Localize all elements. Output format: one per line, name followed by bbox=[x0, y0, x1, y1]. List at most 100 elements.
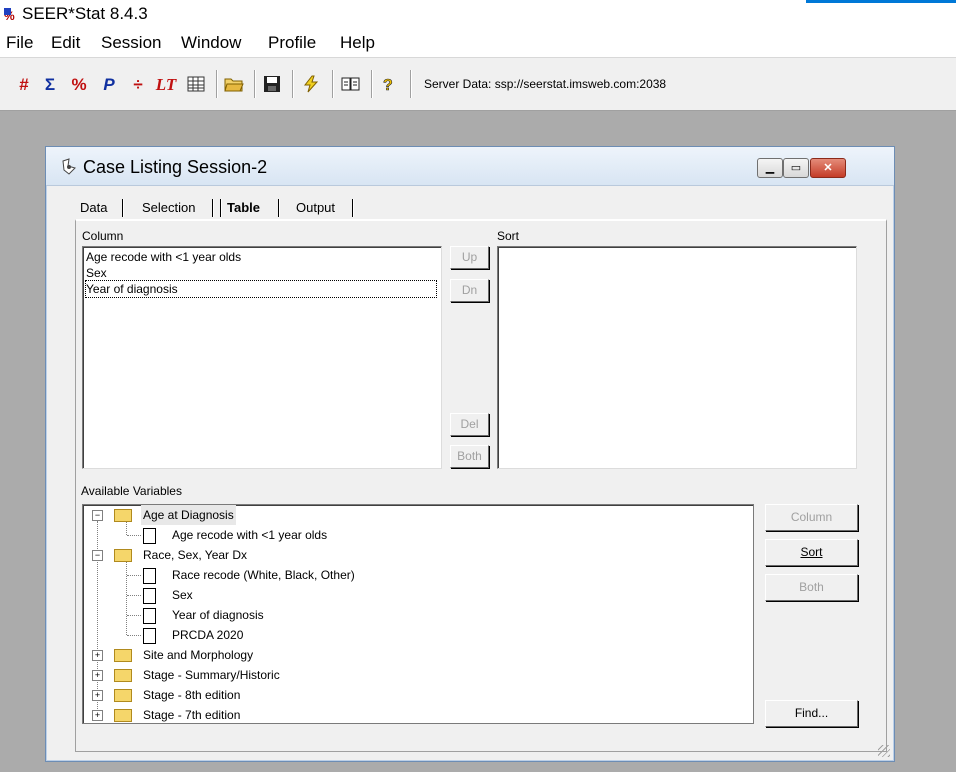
collapse-icon[interactable]: − bbox=[92, 510, 103, 521]
execute-lightning-icon[interactable] bbox=[302, 75, 320, 95]
session-title-bar[interactable]: Case Listing Session-2 ▁ ▭ ✕ bbox=[46, 147, 894, 186]
tab-separator bbox=[352, 199, 354, 217]
tree-variable[interactable]: Year of diagnosis bbox=[83, 605, 733, 625]
tree-connector bbox=[127, 535, 141, 536]
menu-bar: File Edit Session Window Profile Help bbox=[0, 30, 956, 58]
column-item[interactable]: Sex bbox=[86, 265, 107, 281]
document-icon bbox=[143, 568, 156, 584]
menu-profile[interactable]: Profile bbox=[268, 33, 316, 53]
add-to-column-button[interactable]: Column bbox=[765, 504, 858, 531]
tree-connector bbox=[127, 595, 141, 596]
toolbar-separator bbox=[332, 70, 334, 98]
tree-item-label: Age recode with <1 year olds bbox=[172, 528, 328, 542]
close-button[interactable]: ✕ bbox=[810, 158, 846, 178]
move-up-button[interactable]: Up bbox=[450, 246, 489, 269]
add-to-both-button[interactable]: Both bbox=[765, 574, 858, 601]
save-icon[interactable] bbox=[263, 75, 281, 95]
tab-table[interactable]: Table bbox=[227, 197, 260, 219]
tree-item-label: Sex bbox=[172, 588, 193, 602]
delete-both-button[interactable]: Both bbox=[450, 445, 489, 468]
add-to-sort-button[interactable]: Sort bbox=[765, 539, 858, 566]
folder-open-icon bbox=[114, 549, 132, 562]
case-listing-icon[interactable] bbox=[187, 75, 205, 95]
folder-closed-icon bbox=[114, 669, 132, 682]
tab-data[interactable]: Data bbox=[80, 197, 107, 219]
folder-closed-icon bbox=[114, 649, 132, 662]
tab-separator bbox=[278, 199, 280, 217]
tree-item-label: Age at Diagnosis bbox=[141, 505, 236, 525]
sort-listbox[interactable] bbox=[497, 246, 857, 469]
column-label: Column bbox=[82, 229, 124, 243]
tree-item-label: Stage - Summary/Historic bbox=[143, 668, 280, 682]
dictionary-book-icon[interactable] bbox=[341, 75, 361, 95]
tree-variable[interactable]: Race recode (White, Black, Other) bbox=[83, 565, 733, 585]
expand-icon[interactable]: + bbox=[92, 690, 103, 701]
tree-variable[interactable]: Age recode with <1 year olds bbox=[83, 525, 733, 545]
available-variables-tree[interactable]: − Age at Diagnosis Age recode with <1 ye… bbox=[82, 504, 754, 724]
seerstat-logo-icon: % bbox=[4, 8, 20, 23]
column-item[interactable]: Age recode with <1 year olds bbox=[86, 249, 241, 265]
tree-item-label: Stage - 8th edition bbox=[143, 688, 241, 702]
document-icon bbox=[143, 628, 156, 644]
resize-grip-icon[interactable] bbox=[878, 745, 890, 757]
session-title: Case Listing Session-2 bbox=[83, 157, 268, 177]
tree-variable[interactable]: Sex bbox=[83, 585, 733, 605]
tree-connector bbox=[127, 635, 141, 636]
case-listing-session-window: Case Listing Session-2 ▁ ▭ ✕ Data Select… bbox=[45, 146, 895, 762]
prevalence-session-icon[interactable]: P bbox=[101, 75, 117, 95]
tree-variable[interactable]: PRCDA 2020 bbox=[83, 625, 733, 645]
help-question-icon[interactable]: ? bbox=[380, 75, 398, 95]
tree-item-label: Year of diagnosis bbox=[172, 608, 264, 622]
tree-item-label: Race, Sex, Year Dx bbox=[143, 548, 248, 562]
folder-closed-icon bbox=[114, 709, 132, 722]
tree-folder-stage-7th[interactable]: + Stage - 7th edition bbox=[83, 705, 733, 723]
toolbar-separator bbox=[254, 70, 256, 98]
toolbar-separator bbox=[410, 70, 412, 98]
app-title: SEER*Stat 8.4.3 bbox=[22, 4, 148, 23]
open-folder-icon[interactable] bbox=[224, 75, 244, 95]
menu-file[interactable]: File bbox=[6, 33, 33, 53]
collapse-icon[interactable]: − bbox=[92, 550, 103, 561]
session-icon bbox=[60, 158, 78, 181]
tree-item-label: Race recode (White, Black, Other) bbox=[172, 568, 355, 582]
menu-edit[interactable]: Edit bbox=[51, 33, 80, 53]
expand-icon[interactable]: + bbox=[92, 650, 103, 661]
expand-icon[interactable]: + bbox=[92, 670, 103, 681]
server-data-status: Server Data: ssp://seerstat.imsweb.com:2… bbox=[424, 77, 667, 91]
delete-button[interactable]: Del bbox=[450, 413, 489, 436]
tab-selection[interactable]: Selection bbox=[142, 197, 195, 219]
toolbar-separator bbox=[216, 70, 218, 98]
tree-folder-stage-8th[interactable]: + Stage - 8th edition bbox=[83, 685, 733, 705]
tree-folder-age-at-diagnosis[interactable]: − Age at Diagnosis bbox=[83, 505, 733, 525]
move-down-button[interactable]: Dn bbox=[450, 279, 489, 302]
menu-window[interactable]: Window bbox=[181, 33, 241, 53]
tab-separator bbox=[220, 199, 222, 217]
column-item[interactable]: Year of diagnosis bbox=[85, 280, 437, 298]
frequency-session-icon[interactable]: # bbox=[16, 75, 32, 95]
ratio-session-icon[interactable]: ÷ bbox=[130, 75, 146, 95]
rate-session-icon[interactable]: % bbox=[70, 75, 88, 95]
menu-session[interactable]: Session bbox=[101, 33, 161, 53]
available-variables-label: Available Variables bbox=[81, 484, 182, 498]
tree-folder-race-sex-year[interactable]: − Race, Sex, Year Dx bbox=[83, 545, 733, 565]
expand-icon[interactable]: + bbox=[92, 710, 103, 721]
tree-item-label: PRCDA 2020 bbox=[172, 628, 244, 642]
document-icon bbox=[143, 608, 156, 624]
maximize-button[interactable]: ▭ bbox=[783, 158, 809, 178]
svg-text:?: ? bbox=[383, 77, 393, 93]
tab-output[interactable]: Output bbox=[296, 197, 335, 219]
minimize-button[interactable]: ▁ bbox=[757, 158, 783, 178]
find-button[interactable]: Find... bbox=[765, 700, 858, 727]
column-listbox[interactable]: Age recode with <1 year olds Sex Year of… bbox=[82, 246, 442, 469]
document-icon bbox=[143, 588, 156, 604]
folder-open-icon bbox=[114, 509, 132, 522]
toolbar: # Σ % P ÷ LT ? Server Data: ssp://seerst… bbox=[0, 58, 956, 111]
folder-closed-icon bbox=[114, 689, 132, 702]
menu-help[interactable]: Help bbox=[340, 33, 375, 53]
life-table-session-icon[interactable]: LT bbox=[154, 75, 178, 95]
tree-folder-site-morphology[interactable]: + Site and Morphology bbox=[83, 645, 733, 665]
tree-item-label: Stage - 7th edition bbox=[143, 708, 241, 722]
tab-separator bbox=[122, 199, 124, 217]
sum-session-icon[interactable]: Σ bbox=[42, 75, 58, 95]
tree-folder-stage-summary[interactable]: + Stage - Summary/Historic bbox=[83, 665, 733, 685]
